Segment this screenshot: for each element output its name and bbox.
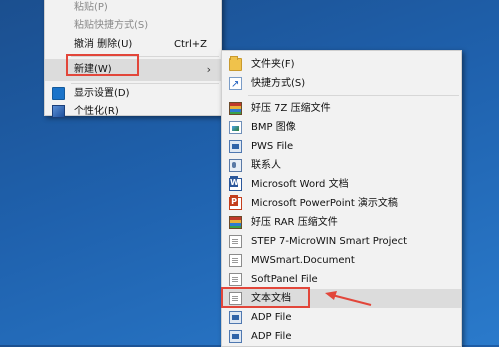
menu-item-personalize[interactable]: 个性化(R) — [45, 102, 221, 121]
menu-item-display-settings[interactable]: 显示设置(D) — [45, 84, 221, 103]
paste-shortcut-label: 粘贴快捷方式(S) — [74, 20, 149, 31]
contact-icon — [229, 159, 242, 172]
menu-item-new[interactable]: 新建(W) › — [45, 59, 221, 81]
submenu-item-powerpoint[interactable]: Microsoft PowerPoint 演示文稿 — [222, 194, 461, 213]
folder-icon — [229, 56, 242, 71]
annotation-arrow-icon — [325, 291, 372, 306]
menu-item-paste[interactable]: 粘贴(P) — [45, 0, 221, 17]
submenu-item-mwsmart[interactable]: MWSmart.Document — [222, 251, 461, 270]
shortcut-label: 快捷方式(S) — [251, 78, 306, 89]
pws-file-icon — [229, 140, 242, 153]
personalize-icon — [52, 105, 65, 118]
menu-item-paste-shortcut[interactable]: 粘贴快捷方式(S) — [45, 16, 221, 35]
submenu-arrow-icon: › — [206, 63, 211, 76]
text-document-label: 文本文档 — [251, 293, 291, 304]
word-icon — [229, 176, 242, 191]
softpanel-label: SoftPanel File — [251, 274, 318, 285]
mwsmart-label: MWSmart.Document — [251, 255, 355, 266]
pws-label: PWS File — [251, 141, 294, 152]
submenu-item-adp-2[interactable]: ADP File — [222, 327, 461, 346]
adp-label: ADP File — [251, 331, 292, 342]
word-label: Microsoft Word 文档 — [251, 179, 349, 190]
adp-file-icon — [229, 330, 242, 343]
powerpoint-icon — [229, 195, 242, 210]
bmp-label: BMP 图像 — [251, 122, 296, 133]
submenu-item-rar[interactable]: 好压 RAR 压缩文件 — [222, 213, 461, 232]
submenu-item-softpanel[interactable]: SoftPanel File — [222, 270, 461, 289]
submenu-item-shortcut[interactable]: 快捷方式(S) — [222, 74, 461, 94]
paste-label: 粘贴(P) — [74, 2, 108, 13]
adp-file-icon — [229, 311, 242, 324]
submenu-item-step7[interactable]: STEP 7-MicroWIN Smart Project — [222, 232, 461, 251]
archive-icon — [229, 216, 242, 229]
submenu-item-pws[interactable]: PWS File — [222, 137, 461, 156]
rar-label: 好压 RAR 压缩文件 — [251, 217, 338, 228]
step7-project-icon — [229, 235, 242, 248]
document-icon — [229, 254, 242, 267]
shortcut-icon — [229, 75, 242, 94]
folder-label: 文件夹(F) — [251, 59, 295, 70]
archive-icon — [229, 102, 242, 115]
desktop-context-menu: 粘贴(P) 粘贴快捷方式(S) 撤消 删除(U) Ctrl+Z 新建(W) › … — [44, 0, 222, 118]
submenu-item-contact[interactable]: 联系人 — [222, 156, 461, 175]
document-icon — [229, 273, 242, 286]
submenu-item-bmp[interactable]: BMP 图像 — [222, 118, 461, 137]
powerpoint-label: Microsoft PowerPoint 演示文稿 — [251, 198, 398, 209]
display-settings-label: 显示设置(D) — [74, 88, 130, 99]
new-label: 新建(W) — [74, 64, 112, 75]
7z-label: 好压 7Z 压缩文件 — [251, 103, 331, 114]
submenu-item-7z[interactable]: 好压 7Z 压缩文件 — [222, 99, 461, 118]
contact-label: 联系人 — [251, 160, 281, 171]
submenu-item-folder[interactable]: 文件夹(F) — [222, 55, 461, 74]
adp-label: ADP File — [251, 312, 292, 323]
undo-shortcut-text: Ctrl+Z — [173, 39, 207, 50]
undo-delete-label: 撤消 删除(U) — [74, 39, 133, 50]
menu-item-undo-delete[interactable]: 撤消 删除(U) Ctrl+Z — [45, 35, 221, 54]
personalize-label: 个性化(R) — [74, 106, 119, 117]
bmp-image-icon — [229, 121, 242, 134]
display-settings-icon — [52, 87, 65, 100]
submenu-item-word[interactable]: Microsoft Word 文档 — [222, 175, 461, 194]
menu-separator — [248, 95, 459, 96]
menu-separator — [71, 56, 219, 57]
step7-label: STEP 7-MicroWIN Smart Project — [251, 236, 408, 247]
text-document-icon — [229, 292, 242, 305]
